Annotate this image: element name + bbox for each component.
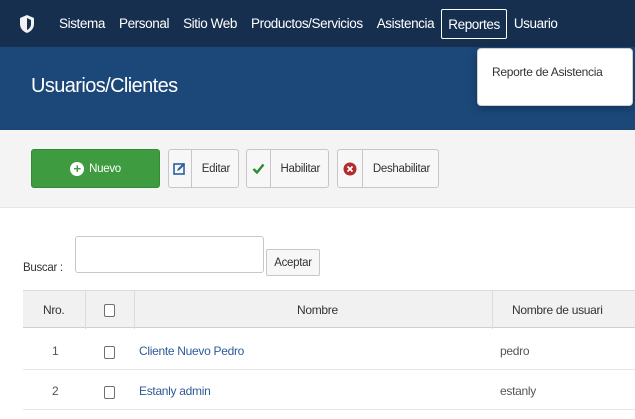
column-divider [492, 291, 493, 329]
menu-item-reporte-asistencia[interactable]: Reporte de Asistencia [492, 65, 603, 79]
x-circle-icon [338, 150, 363, 187]
edit-button[interactable]: Editar [168, 149, 239, 188]
row-checkbox[interactable] [104, 346, 115, 359]
toolbar: + Nuevo Editar Habilitar Deshabilitar [0, 130, 635, 208]
column-header-nombre-de-usuario[interactable]: Nombre de usuari [512, 303, 603, 317]
nav-item-productos-servicios[interactable]: Productos/Servicios [244, 9, 370, 39]
search-submit-button[interactable]: Aceptar [266, 249, 320, 276]
row-name-link[interactable]: Estanly admin [139, 384, 211, 398]
disable-button[interactable]: Deshabilitar [337, 149, 439, 188]
enable-button-label: Habilitar [280, 162, 321, 175]
row-name-link[interactable]: Cliente Nuevo Pedro [139, 344, 244, 358]
disable-button-label: Deshabilitar [372, 162, 430, 175]
select-all-checkbox[interactable] [104, 304, 115, 317]
nav-item-asistencia[interactable]: Asistencia [370, 9, 442, 39]
row-number: 2 [52, 384, 59, 398]
nav-item-sistema[interactable]: Sistema [52, 9, 112, 39]
edit-icon [169, 150, 192, 187]
nav-item-reportes[interactable]: Reportes [441, 8, 507, 39]
search-input[interactable] [75, 236, 264, 273]
plus-circle-icon: + [70, 161, 85, 176]
search-label: Buscar : [23, 262, 63, 274]
nav-item-sitio-web[interactable]: Sitio Web [176, 9, 244, 39]
table-row: 2 Estanly admin estanly [23, 372, 635, 410]
table-header: Nro. Nombre Nombre de usuari [23, 290, 635, 329]
check-icon [247, 150, 271, 187]
enable-button[interactable]: Habilitar [246, 149, 329, 188]
column-divider [85, 291, 86, 329]
page-title: Usuarios/Clientes [31, 75, 178, 97]
nav-item-personal[interactable]: Personal [112, 9, 176, 39]
column-header-nro[interactable]: Nro. [43, 303, 65, 317]
table-row: 1 Cliente Nuevo Pedro pedro [23, 332, 635, 370]
shield-logo-icon[interactable] [16, 13, 38, 35]
top-navbar: Sistema Personal Sitio Web Productos/Ser… [0, 0, 635, 47]
new-button-label: Nuevo [89, 162, 121, 175]
row-username: estanly [500, 384, 536, 398]
column-header-nombre[interactable]: Nombre [297, 303, 338, 317]
new-button[interactable]: + Nuevo [31, 149, 160, 188]
row-username: pedro [500, 344, 530, 358]
row-checkbox[interactable] [104, 386, 115, 399]
edit-button-label: Editar [201, 162, 231, 175]
column-divider [134, 291, 135, 329]
reportes-dropdown-menu: Reporte de Asistencia [477, 48, 633, 106]
nav-item-usuario[interactable]: Usuario [507, 9, 565, 39]
row-number: 1 [52, 344, 59, 358]
